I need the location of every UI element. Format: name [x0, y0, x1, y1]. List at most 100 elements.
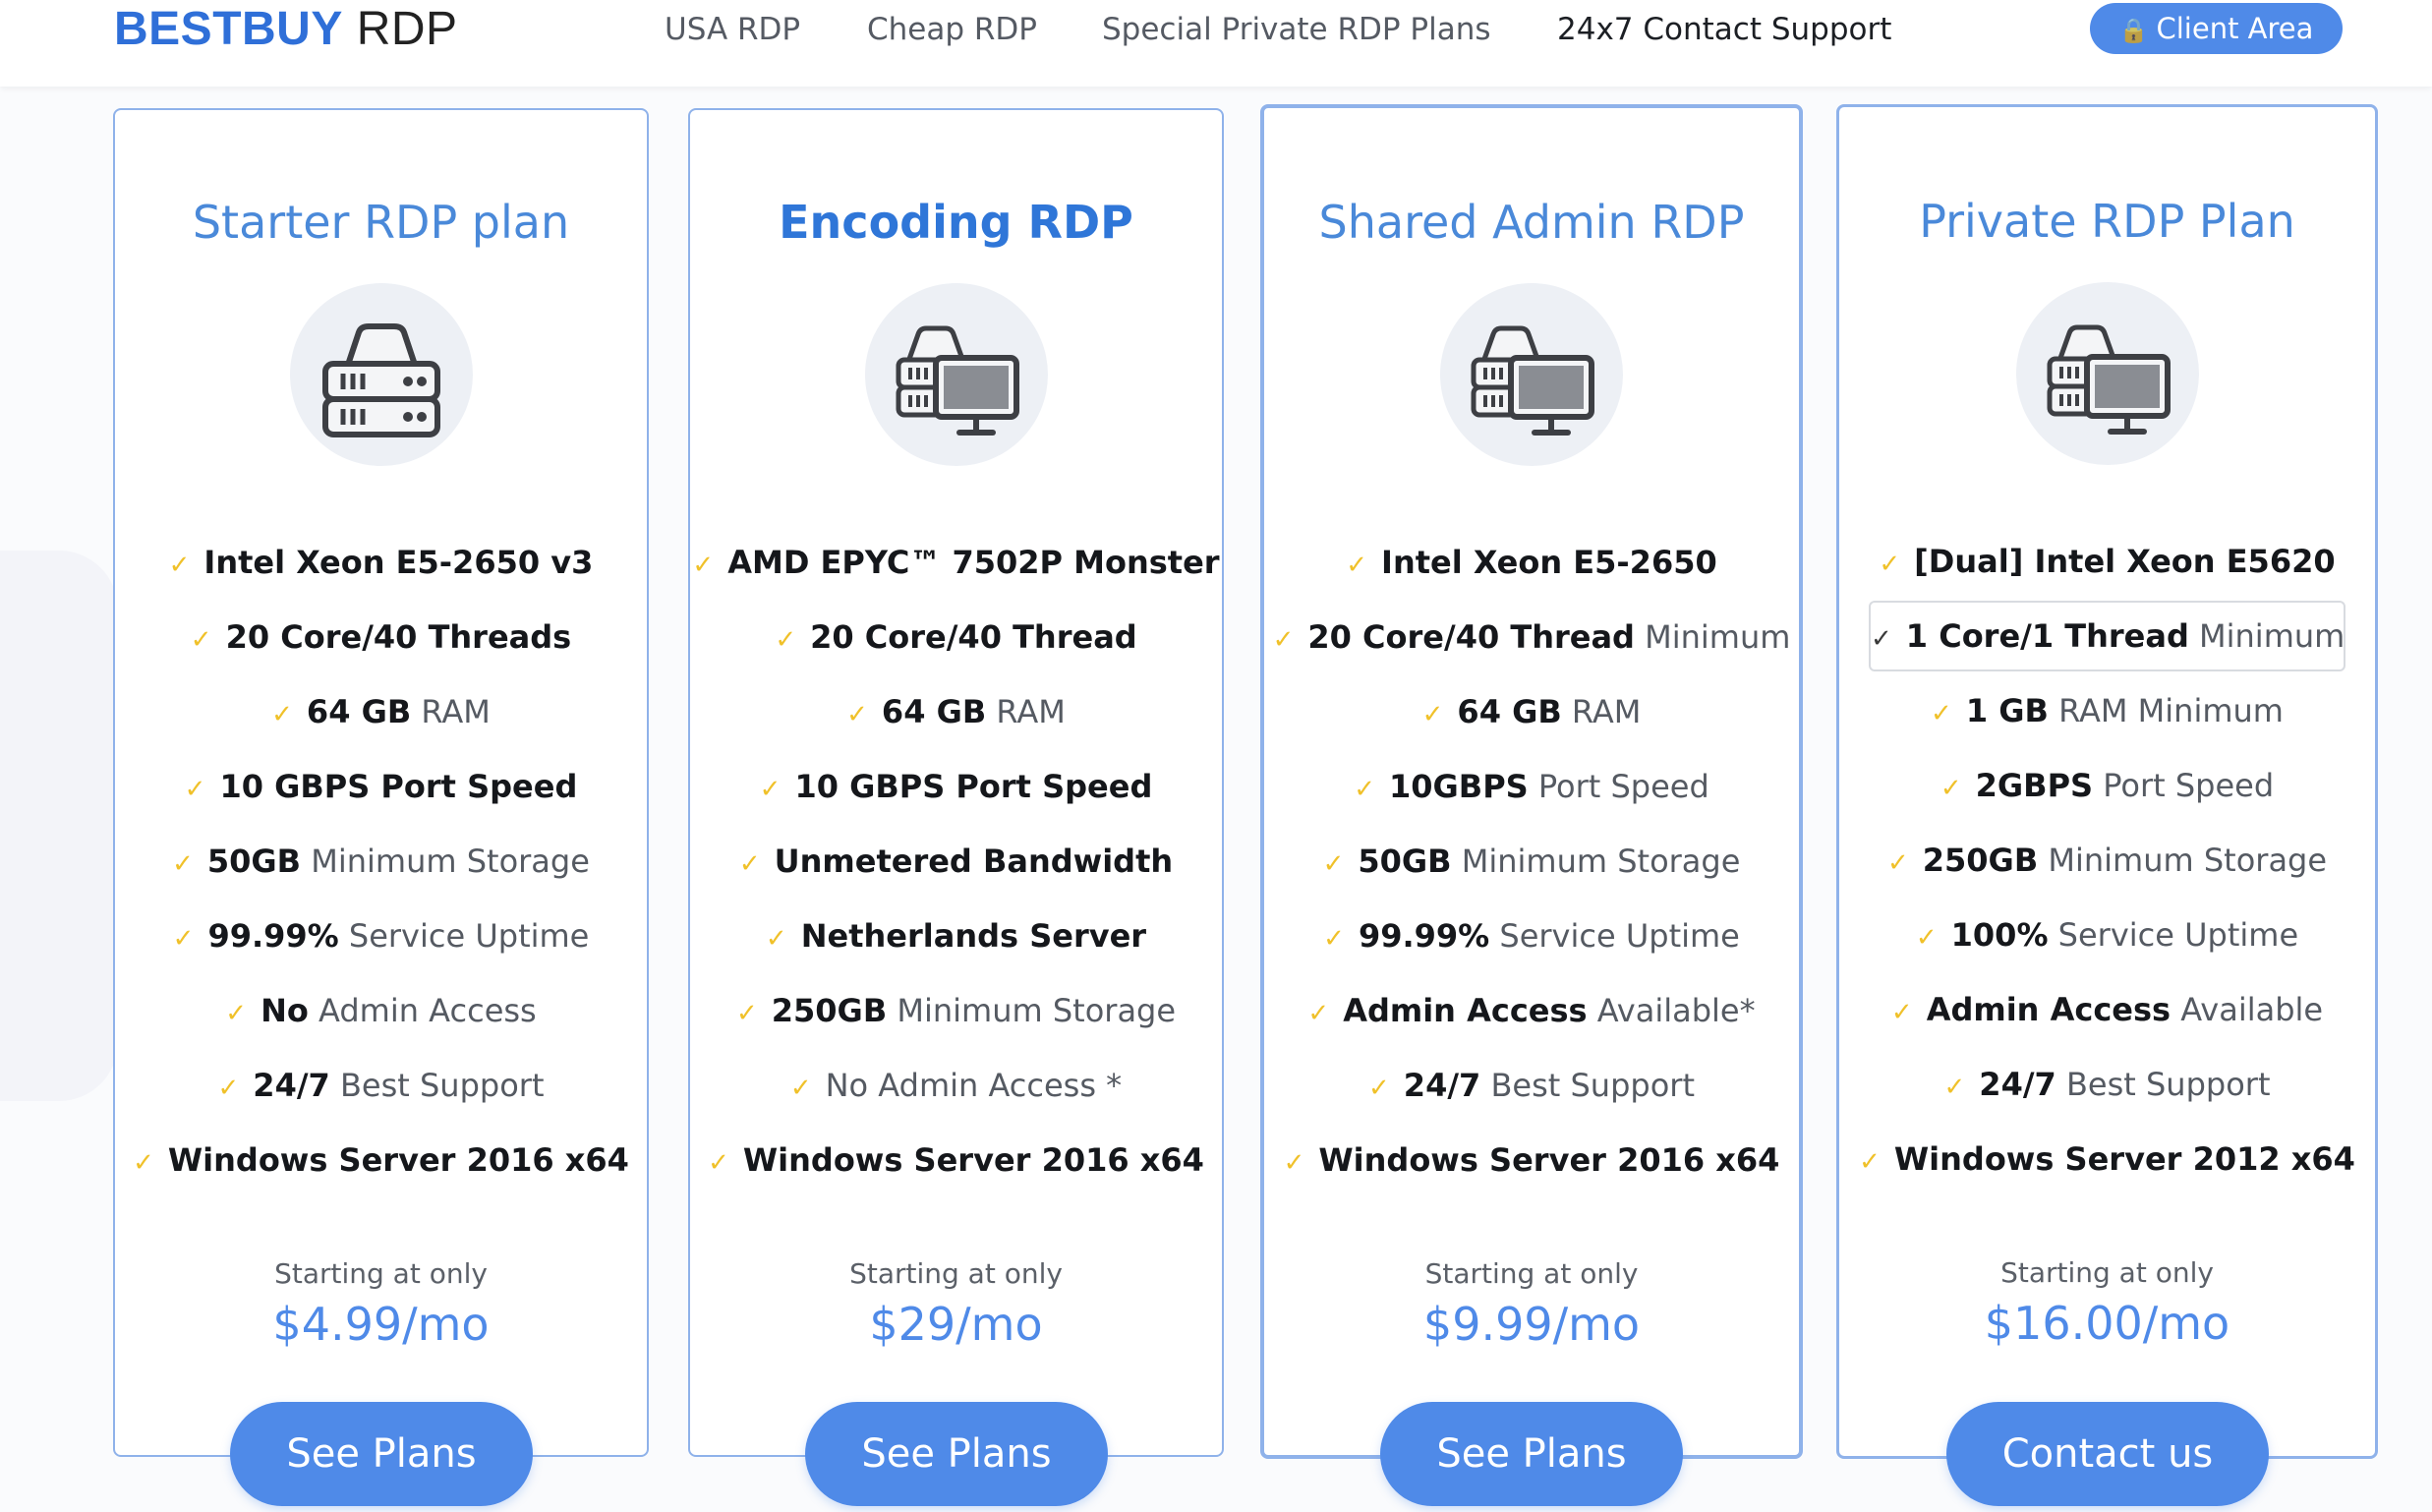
contact-us-button[interactable]: Contact us: [1946, 1402, 2269, 1506]
nav-special-private-rdp-plans[interactable]: Special Private RDP Plans: [1102, 8, 1491, 51]
feature-bold: 64 GB: [306, 693, 412, 730]
feature-item: ✓ 24/7 Best Support: [1839, 1055, 2375, 1114]
site-logo[interactable]: BESTBUY RDP: [114, 2, 458, 57]
feature-light: Minimum Storage: [2038, 842, 2328, 879]
client-area-label: Client Area: [2156, 12, 2314, 45]
feature-item: ✓ Admin Access Available*: [1264, 981, 1799, 1040]
plan-title: Private RDP Plan: [1919, 195, 2295, 248]
feature-bold: 99.99%: [207, 917, 339, 955]
see-plans-button-shared-admin[interactable]: See Plans: [1380, 1402, 1683, 1506]
feature-item: ✓ 2GBPS Port Speed: [1839, 756, 2375, 815]
feature-bold: Windows Server 2016 x64: [1318, 1141, 1780, 1179]
server-monitor-icon: [2015, 282, 2199, 465]
check-icon: ✓: [1871, 624, 1892, 654]
nav-contact-support[interactable]: 24x7 Contact Support: [1557, 8, 1891, 51]
feature-light: Service Uptime: [2048, 916, 2299, 954]
feature-item: ✓ Windows Server 2016 x64: [1264, 1131, 1799, 1190]
plan-title: Encoding RDP: [779, 196, 1133, 249]
feature-item: ✓ 99.99% Service Uptime: [1264, 906, 1799, 965]
feature-item: ✓ No Admin Access *: [690, 1056, 1222, 1115]
feature-item: ✓ 50GB Minimum Storage: [115, 832, 647, 891]
check-icon: ✓: [775, 625, 797, 655]
check-icon: ✓: [765, 924, 787, 954]
check-icon: ✓: [1272, 625, 1295, 655]
feature-bold: 1 Core/1 Thread: [1905, 617, 2189, 655]
feature-bold: 10GBPS: [1389, 768, 1529, 805]
feature-light: No Admin Access *: [825, 1067, 1123, 1104]
plan-price: $29/mo: [869, 1298, 1043, 1351]
feature-bold: Admin Access: [1926, 991, 2171, 1028]
feature-bold: 1 GB: [1965, 692, 2049, 729]
nav-usa-rdp[interactable]: USA RDP: [665, 8, 800, 51]
server-monitor-icon: [864, 283, 1048, 466]
check-icon: ✓: [184, 775, 206, 804]
plan-title: Starter RDP plan: [192, 196, 570, 249]
feature-light: Port Speed: [1528, 768, 1709, 805]
feature-item: ✓ 50GB Minimum Storage: [1264, 832, 1799, 891]
feature-light: RAM: [411, 693, 491, 730]
check-icon: ✓: [1322, 849, 1345, 879]
feature-item: ✓ Netherlands Server: [690, 906, 1222, 965]
check-icon: ✓: [172, 924, 195, 954]
see-plans-button-encoding[interactable]: See Plans: [805, 1402, 1108, 1506]
feature-item: ✓ 10GBPS Port Speed: [1264, 757, 1799, 816]
feature-item: ✓ Intel Xeon E5-2650: [1264, 533, 1799, 592]
feature-item: ✓ 20 Core/40 Thread: [690, 608, 1222, 667]
check-icon: ✓: [225, 999, 248, 1028]
feature-item-highlighted[interactable]: ✓ 1 Core/1 Thread Minimum: [1869, 601, 2345, 671]
feature-bold: Windows Server 2012 x64: [1893, 1140, 2355, 1178]
feature-item: ✓ AMD EPYC™ 7502P Monster: [690, 533, 1222, 592]
feature-light: Best Support: [329, 1067, 545, 1104]
feature-item: ✓ Windows Server 2016 x64: [690, 1131, 1222, 1190]
feature-item: ✓ 64 GB RAM: [1264, 682, 1799, 741]
background-shape: [0, 551, 118, 1101]
feature-item: ✓ 10 GBPS Port Speed: [690, 757, 1222, 816]
check-icon: ✓: [708, 1148, 729, 1178]
feature-bold: 250GB: [1922, 842, 2039, 879]
starting-at-label: Starting at only: [849, 1257, 1063, 1290]
feature-bold: 100%: [1950, 916, 2049, 954]
feature-bold: 50GB: [1358, 843, 1452, 880]
feature-item: ✓ Intel Xeon E5-2650 v3: [115, 533, 647, 592]
check-icon: ✓: [1931, 699, 1952, 728]
feature-light: Minimum: [1634, 618, 1791, 656]
feature-bold: 24/7: [253, 1067, 330, 1104]
check-icon: ✓: [271, 700, 293, 729]
feature-item: ✓ Windows Server 2012 x64: [1839, 1130, 2375, 1189]
check-icon: ✓: [1859, 1147, 1881, 1177]
feature-item: ✓ 20 Core/40 Thread Minimum: [1264, 608, 1799, 667]
top-navbar: BESTBUY RDP USA RDP Cheap RDP Special Pr…: [0, 0, 2432, 87]
feature-item: ✓ 64 GB RAM: [115, 682, 647, 741]
check-icon: ✓: [1886, 848, 1909, 878]
feature-light: Minimum Storage: [1451, 843, 1741, 880]
feature-bold: Admin Access: [1343, 992, 1588, 1029]
feature-item: ✓ 10 GBPS Port Speed: [115, 757, 647, 816]
check-icon: ✓: [168, 551, 191, 580]
feature-item: ✓ 20 Core/40 Threads: [115, 608, 647, 667]
client-area-button[interactable]: 🔒 Client Area: [2090, 3, 2343, 54]
feature-item: ✓ 99.99% Service Uptime: [115, 906, 647, 965]
feature-bold: Windows Server 2016 x64: [742, 1141, 1204, 1179]
feature-bold: Intel Xeon E5-2650: [1381, 544, 1717, 581]
feature-bold: 24/7: [1979, 1066, 2056, 1103]
nav-cheap-rdp[interactable]: Cheap RDP: [867, 8, 1037, 51]
feature-bold: 20 Core/40 Threads: [225, 618, 572, 656]
see-plans-button-starter[interactable]: See Plans: [230, 1402, 533, 1506]
check-icon: ✓: [692, 551, 715, 580]
plan-title: Shared Admin RDP: [1318, 196, 1745, 249]
check-icon: ✓: [172, 849, 194, 879]
lock-icon: 🔒: [2118, 17, 2149, 44]
feature-light: RAM: [986, 693, 1066, 730]
feature-item: ✓ 100% Service Uptime: [1839, 905, 2375, 964]
plan-card-shared-admin: Shared Admin RDP ✓ Intel Xeon E5-2650 ✓ 20…: [1260, 104, 1803, 1459]
feature-bold: 64 GB: [1457, 693, 1562, 730]
check-icon: ✓: [217, 1074, 240, 1103]
feature-light: Minimum Storage: [887, 992, 1177, 1029]
check-icon: ✓: [789, 1074, 812, 1103]
check-icon: ✓: [1943, 1073, 1966, 1102]
feature-item: ✓ No Admin Access: [115, 981, 647, 1040]
plan-price: $9.99/mo: [1422, 1298, 1641, 1351]
feature-light: Minimum Storage: [301, 843, 590, 880]
feature-item: ✓ Windows Server 2016 x64: [115, 1131, 647, 1190]
feature-light: Port Speed: [2093, 767, 2275, 804]
